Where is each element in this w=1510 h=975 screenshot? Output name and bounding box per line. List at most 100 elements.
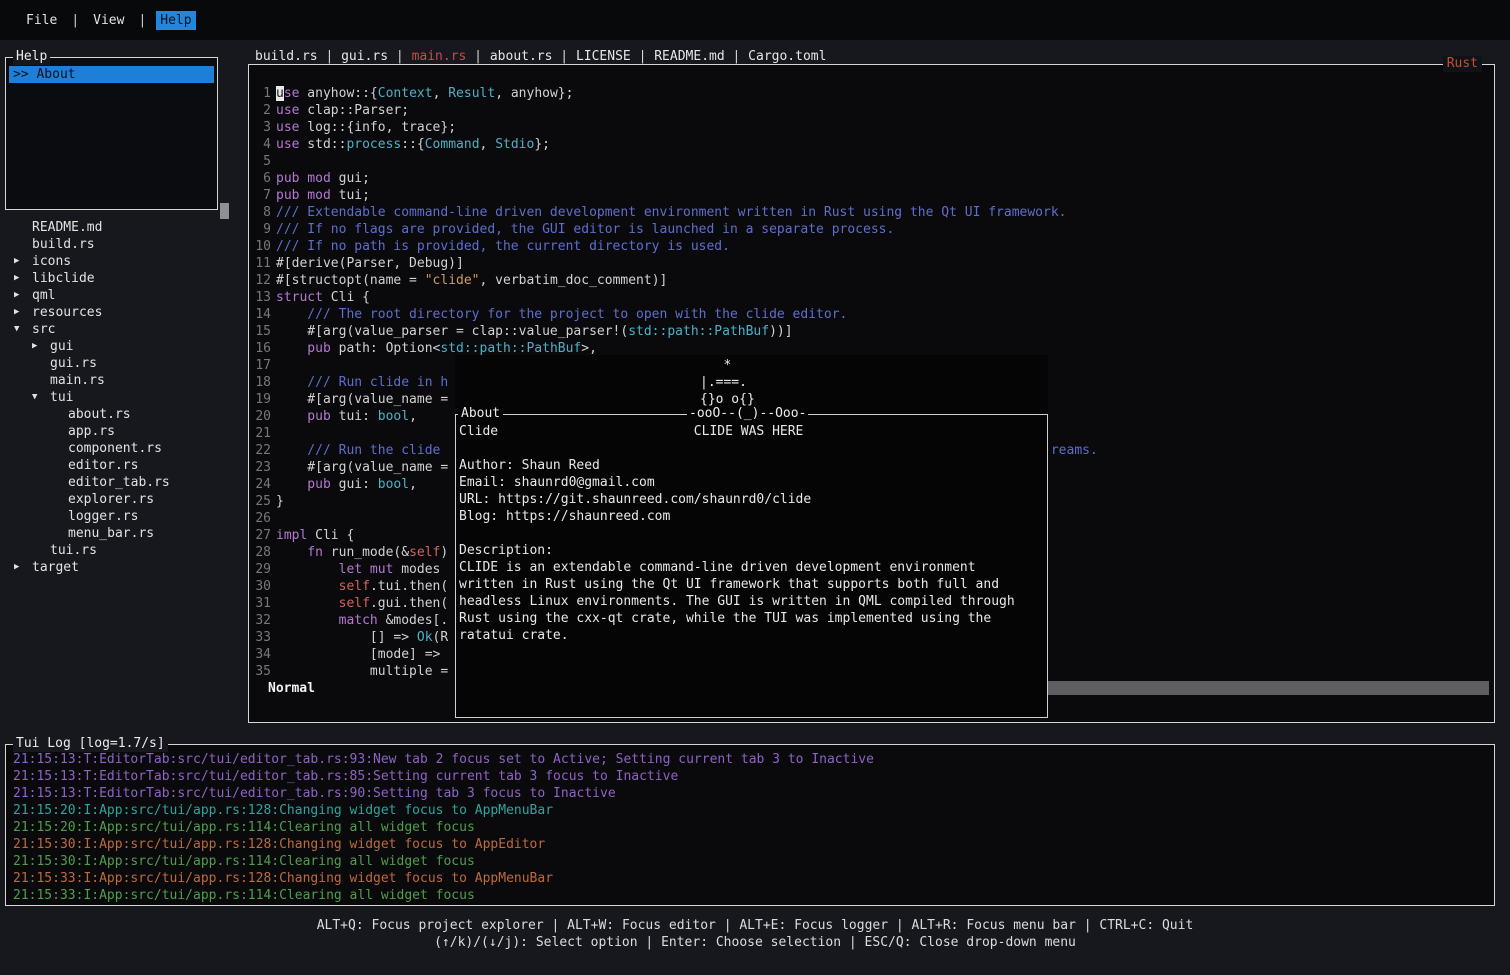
explorer-item-gui[interactable]: ▶gui <box>5 338 235 355</box>
code-text: pub gui: bool, <box>276 476 417 493</box>
menu-separator: | <box>71 13 79 28</box>
tab-separator: | <box>318 49 341 64</box>
chevron-right-icon[interactable]: ▶ <box>32 338 50 355</box>
line-number: 15 <box>251 323 271 340</box>
help-menu-item-about[interactable]: >> About <box>9 66 214 83</box>
explorer-item-label: about.rs <box>68 406 131 423</box>
explorer-item-editor.rs[interactable]: editor.rs <box>5 457 235 474</box>
explorer-item-build.rs[interactable]: build.rs <box>5 236 235 253</box>
menu-help[interactable]: Help <box>156 11 195 30</box>
code-text: fn run_mode(&self) <box>276 544 448 561</box>
tab-separator: | <box>725 49 748 64</box>
explorer-item-README.md[interactable]: README.md <box>5 219 235 236</box>
explorer-item-resources[interactable]: ▶resources <box>5 304 235 321</box>
editor-tab-main.rs[interactable]: main.rs <box>412 49 467 64</box>
explorer-item-label: tui <box>50 389 73 406</box>
tab-separator: | <box>631 49 654 64</box>
log-entries[interactable]: 21:15:13:T:EditorTab:src/tui/editor_tab.… <box>6 745 1494 910</box>
code-text: use std::process::{Command, Stdio}; <box>276 136 550 153</box>
explorer-item-label: tui.rs <box>50 542 97 559</box>
line-number: 12 <box>251 272 271 289</box>
log-entry: 21:15:13:T:EditorTab:src/tui/editor_tab.… <box>13 768 1487 785</box>
explorer-item-icons[interactable]: ▶icons <box>5 253 235 270</box>
explorer-item-tui.rs[interactable]: tui.rs <box>5 542 235 559</box>
explorer-item-app.rs[interactable]: app.rs <box>5 423 235 440</box>
code-line: 7pub mod tui; <box>251 187 1492 204</box>
code-text: /// Run clide in h <box>276 374 448 391</box>
line-number: 2 <box>251 102 271 119</box>
line-number: 24 <box>251 476 271 493</box>
chevron-right-icon[interactable]: ▶ <box>14 287 32 304</box>
editor-mode-indicator: Normal <box>268 680 315 697</box>
explorer-item-label: build.rs <box>32 236 95 253</box>
editor-tab-about.rs[interactable]: about.rs <box>490 49 553 64</box>
explorer-item-label: editor_tab.rs <box>68 474 170 491</box>
log-entry: 21:15:30:I:App:src/tui/app.rs:114:Cleari… <box>13 853 1487 870</box>
no-icon <box>32 355 50 372</box>
line-number: 17 <box>251 357 271 374</box>
line-number: 30 <box>251 578 271 595</box>
log-entry: 21:15:13:T:EditorTab:src/tui/editor_tab.… <box>13 751 1487 768</box>
explorer-item-explorer.rs[interactable]: explorer.rs <box>5 491 235 508</box>
explorer-item-label: libclide <box>32 270 95 287</box>
code-line: 8/// Extendable command-line driven deve… <box>251 204 1492 221</box>
explorer-item-libclide[interactable]: ▶libclide <box>5 270 235 287</box>
code-text: use log::{info, trace}; <box>276 119 456 136</box>
explorer-item-label: gui.rs <box>50 355 97 372</box>
chevron-right-icon[interactable]: ▶ <box>14 253 32 270</box>
chevron-right-icon[interactable]: ▶ <box>14 304 32 321</box>
explorer-item-label: menu_bar.rs <box>68 525 154 542</box>
explorer-item-qml[interactable]: ▶qml <box>5 287 235 304</box>
menu-view[interactable]: View <box>89 11 128 30</box>
code-line: 5 <box>251 153 1492 170</box>
line-number: 19 <box>251 391 271 408</box>
explorer-item-menu_bar.rs[interactable]: menu_bar.rs <box>5 525 235 542</box>
line-number: 22 <box>251 442 271 459</box>
line-number: 1 <box>251 85 271 102</box>
code-text: #[arg(value_name = <box>276 459 456 476</box>
line-number: 35 <box>251 663 271 680</box>
explorer-item-tui[interactable]: ▼tui <box>5 389 235 406</box>
keybinding-help-bar: ALT+Q: Focus project explorer | ALT+W: F… <box>0 917 1510 951</box>
explorer-item-target[interactable]: ▶target <box>5 559 235 576</box>
explorer-item-label: qml <box>32 287 55 304</box>
explorer-scrollbar-thumb[interactable] <box>220 203 229 219</box>
line-number: 23 <box>251 459 271 476</box>
line-number: 27 <box>251 527 271 544</box>
chevron-right-icon[interactable]: ▶ <box>14 270 32 287</box>
code-text: pub mod gui; <box>276 170 370 187</box>
tab-separator: | <box>466 49 489 64</box>
editor-tab-LICENSE[interactable]: LICENSE <box>576 49 631 64</box>
code-text: self.tui.then( <box>276 578 448 595</box>
chevron-right-icon[interactable]: ▶ <box>14 559 32 576</box>
explorer-item-label: src <box>32 321 55 338</box>
explorer-item-gui.rs[interactable]: gui.rs <box>5 355 235 372</box>
line-number: 10 <box>251 238 271 255</box>
line-number: 28 <box>251 544 271 561</box>
code-line: 12#[structopt(name = "clide", verbatim_d… <box>251 272 1492 289</box>
editor-panel: Rust 1use anyhow::{Context, Result, anyh… <box>248 64 1495 723</box>
code-line: 15 #[arg(value_parser = clap::value_pars… <box>251 323 1492 340</box>
code-line: 1use anyhow::{Context, Result, anyhow}; <box>251 85 1492 102</box>
editor-tab-build.rs[interactable]: build.rs <box>255 49 318 64</box>
code-line: 6pub mod gui; <box>251 170 1492 187</box>
explorer-item-editor_tab.rs[interactable]: editor_tab.rs <box>5 474 235 491</box>
explorer-item-main.rs[interactable]: main.rs <box>5 372 235 389</box>
editor-tab-gui.rs[interactable]: gui.rs <box>341 49 388 64</box>
code-text: multiple = <box>276 663 456 680</box>
editor-tab-Cargo.toml[interactable]: Cargo.toml <box>748 49 826 64</box>
chevron-down-icon[interactable]: ▼ <box>32 389 50 406</box>
explorer-item-label: explorer.rs <box>68 491 154 508</box>
code-text: pub tui: bool, <box>276 408 417 425</box>
about-dialog-title: About <box>458 406 503 422</box>
chevron-down-icon[interactable]: ▼ <box>14 321 32 338</box>
explorer-item-component.rs[interactable]: component.rs <box>5 440 235 457</box>
explorer-item-logger.rs[interactable]: logger.rs <box>5 508 235 525</box>
explorer-item-src[interactable]: ▼src <box>5 321 235 338</box>
explorer-item-about.rs[interactable]: about.rs <box>5 406 235 423</box>
code-text: match &modes[. <box>276 612 448 629</box>
keybinding-help-line2: (↑/k)/(↓/j): Select option | Enter: Choo… <box>0 934 1510 951</box>
menu-file[interactable]: File <box>22 11 61 30</box>
editor-tab-README.md[interactable]: README.md <box>654 49 724 64</box>
code-text: #[arg(value_parser = clap::value_parser!… <box>276 323 793 340</box>
